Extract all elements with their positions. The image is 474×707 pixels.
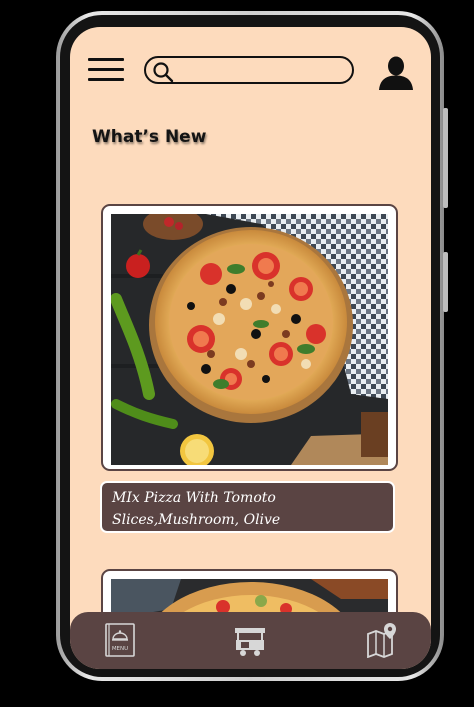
food-cart-icon [235,628,265,656]
app-screen: What’s New MIx Pizza With Tomoto Slices,… [70,27,431,669]
section-title: What’s New [92,127,207,147]
search-icon [153,62,174,83]
search-input[interactable] [180,60,344,82]
menu-book-icon: MENU [105,623,135,657]
phone-side-button-upper [443,108,448,208]
map-location-icon [367,623,396,659]
search-bar[interactable] [144,56,354,84]
tab-location[interactable] [364,622,400,659]
product-name: MIx Pizza With Tomoto Slices,Mushroom, O… [100,481,395,533]
phone-side-button-lower [443,252,448,312]
product-card[interactable] [101,204,398,471]
pizza-photo [111,214,388,465]
tab-order-cart[interactable] [232,622,268,658]
svg-text:MENU: MENU [112,646,128,652]
tab-menu[interactable]: MENU [102,622,138,658]
user-icon[interactable] [378,55,414,91]
hamburger-menu-icon[interactable] [88,58,124,84]
bottom-tab-bar: MENU [70,612,431,669]
